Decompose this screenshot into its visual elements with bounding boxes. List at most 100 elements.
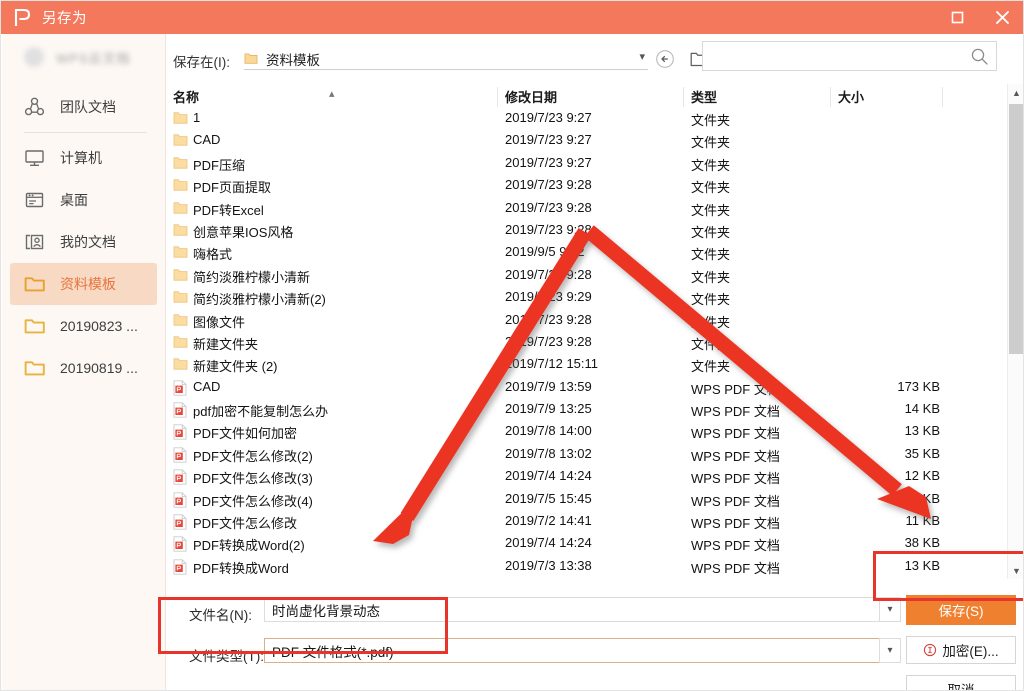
cell-date: 2019/7/9 13:59 bbox=[505, 378, 592, 394]
cell-name: PDF转换成Word(2) bbox=[193, 538, 305, 554]
sidebar-item-folder-20190819[interactable]: 20190819 ... bbox=[10, 347, 157, 389]
sidebar-item-label: 计算机 bbox=[60, 150, 102, 166]
table-row[interactable]: PDF文件怎么修改(2) 2019/7/8 13:02 WPS PDF 文档 35 K… bbox=[166, 444, 1023, 466]
search-icon[interactable] bbox=[968, 45, 990, 67]
search-input[interactable] bbox=[713, 47, 968, 65]
cell-size: 12 KB bbox=[904, 490, 940, 506]
filename-input[interactable]: 时尚虚化背景动态 bbox=[264, 597, 883, 622]
maximize-button[interactable] bbox=[935, 1, 980, 34]
table-row[interactable]: 简约淡雅柠檬小清新 2019/7/23 9:28 文件夹 bbox=[166, 265, 1023, 287]
table-row[interactable]: PDF文件怎么修改(4) 2019/7/5 15:45 WPS PDF 文档 12 K… bbox=[166, 489, 1023, 511]
search-box[interactable] bbox=[702, 41, 997, 71]
column-header-name[interactable]: 名称 bbox=[173, 87, 199, 106]
team-docs-icon bbox=[24, 96, 50, 118]
sidebar-item-label: 20190819 ... bbox=[60, 360, 138, 376]
cancel-button[interactable]: 取消 bbox=[906, 675, 1016, 690]
save-button[interactable]: 保存(S) bbox=[906, 595, 1016, 625]
table-row[interactable]: 新建文件夹 (2) 2019/7/12 15:11 文件夹 bbox=[166, 354, 1023, 376]
column-divider[interactable] bbox=[830, 87, 831, 107]
close-button[interactable] bbox=[980, 1, 1023, 34]
table-row[interactable]: PDF转换成Word(2) 2019/7/4 14:24 WPS PDF 文档 38 … bbox=[166, 533, 1023, 555]
table-row[interactable]: PDF转换成Word 2019/7/3 13:38 WPS PDF 文档 13 KB bbox=[166, 556, 1023, 578]
table-row[interactable]: PDF转Excel 2019/7/23 9:28 文件夹 bbox=[166, 198, 1023, 220]
chevron-down-icon[interactable]: ▾ bbox=[639, 50, 645, 63]
path-current-folder: 资料模板 bbox=[266, 52, 320, 68]
table-row[interactable]: PDF文件怎么修改(3) 2019/7/4 14:24 WPS PDF 文档 12 K… bbox=[166, 466, 1023, 488]
table-row[interactable]: CAD 2019/7/23 9:27 文件夹 bbox=[166, 130, 1023, 152]
pdf-file-icon bbox=[173, 447, 188, 463]
table-row[interactable]: PDF压缩 2019/7/23 9:27 文件夹 bbox=[166, 153, 1023, 175]
sidebar-item-data-templates[interactable]: 资料模板 bbox=[10, 263, 157, 305]
cell-type: 文件夹 bbox=[691, 224, 731, 240]
table-row[interactable]: 图像文件 2019/7/23 9:28 文件夹 bbox=[166, 310, 1023, 332]
folder-icon bbox=[173, 335, 188, 351]
table-row[interactable]: PDF文件怎么修改 2019/7/2 14:41 WPS PDF 文档 11 KB bbox=[166, 511, 1023, 533]
pdf-file-icon bbox=[173, 514, 188, 530]
pdf-file-icon bbox=[173, 380, 188, 396]
scroll-up-button[interactable]: ▲ bbox=[1008, 84, 1023, 101]
encrypt-button[interactable]: 加密(E)... bbox=[906, 636, 1016, 664]
cell-type: 文件夹 bbox=[691, 336, 731, 352]
table-row[interactable]: 新建文件夹 2019/7/23 9:28 文件夹 bbox=[166, 332, 1023, 354]
table-row[interactable]: PDF页面提取 2019/7/23 9:28 文件夹 bbox=[166, 175, 1023, 197]
table-row[interactable]: 简约淡雅柠檬小清新(2) 2019/7/23 9:29 文件夹 bbox=[166, 287, 1023, 309]
my-documents-icon bbox=[24, 231, 50, 253]
cloud-icon bbox=[24, 47, 44, 67]
back-arrow-icon bbox=[656, 50, 674, 68]
table-row[interactable]: 1 2019/7/23 9:27 文件夹 bbox=[166, 108, 1023, 130]
sidebar-item-label: 20190823 ... bbox=[60, 318, 138, 334]
sidebar-item-folder-20190823[interactable]: 20190823 ... bbox=[10, 305, 157, 347]
cell-size: 13 KB bbox=[904, 557, 940, 573]
cell-date: 2019/7/5 15:45 bbox=[505, 490, 592, 506]
filetype-select[interactable]: PDF 文件格式(*.pdf) bbox=[264, 638, 883, 663]
sidebar-item-desktop[interactable]: 桌面 bbox=[10, 179, 157, 221]
filename-dropdown-button[interactable]: ▾ bbox=[879, 597, 901, 622]
path-combobox[interactable]: 资料模板 ▾ bbox=[244, 48, 648, 70]
save-as-dialog: 另存为 WPS云文档 团队文档 计算机 桌面 我的文档 资料模板 2019082… bbox=[0, 0, 1024, 691]
sidebar-item-team-docs[interactable]: 团队文档 bbox=[10, 86, 157, 128]
cell-size: 38 KB bbox=[904, 535, 940, 551]
cell-type: WPS PDF 文档 bbox=[691, 426, 780, 442]
sidebar-item-label: 桌面 bbox=[60, 192, 88, 208]
title-bar: 另存为 bbox=[1, 1, 1023, 34]
column-divider[interactable] bbox=[497, 87, 498, 107]
cell-size: 11 KB bbox=[905, 513, 940, 529]
cell-name: PDF文件怎么修改(4) bbox=[193, 493, 313, 509]
column-header-size[interactable]: 大小 bbox=[838, 87, 864, 106]
cell-type: WPS PDF 文档 bbox=[691, 381, 780, 397]
cell-type: 文件夹 bbox=[691, 247, 731, 263]
cell-type: 文件夹 bbox=[691, 314, 731, 330]
cell-name: PDF文件怎么修改(2) bbox=[193, 448, 313, 464]
filetype-label: 文件类型(T): bbox=[189, 649, 264, 664]
cell-date: 2019/7/23 9:28 bbox=[505, 177, 592, 193]
column-header-type[interactable]: 类型 bbox=[691, 87, 717, 106]
table-row[interactable]: 嗨格式 2019/9/5 9:32 文件夹 bbox=[166, 242, 1023, 264]
filetype-dropdown-button[interactable]: ▾ bbox=[879, 638, 901, 663]
sidebar-item-computer[interactable]: 计算机 bbox=[10, 137, 157, 179]
column-divider[interactable] bbox=[942, 87, 943, 107]
table-row[interactable]: PDF文件如何加密 2019/7/8 14:00 WPS PDF 文档 13 KB bbox=[166, 421, 1023, 443]
file-list-scrollbar[interactable]: ▲ ▼ bbox=[1007, 84, 1023, 579]
cell-date: 2019/7/23 9:28 bbox=[505, 221, 592, 237]
scroll-down-button[interactable]: ▼ bbox=[1008, 562, 1023, 579]
pdf-file-icon bbox=[173, 402, 188, 418]
file-list: 名称 ▴ 修改日期 类型 大小 1 2019/7/23 9:27 文件夹 CAD 201… bbox=[166, 84, 1023, 579]
table-row[interactable]: pdf加密不能复制怎么办 2019/7/9 13:25 WPS PDF 文档 14 K… bbox=[166, 399, 1023, 421]
cell-date: 2019/7/23 9:28 bbox=[505, 311, 592, 327]
desktop-icon bbox=[24, 189, 50, 211]
cell-date: 2019/7/23 9:27 bbox=[505, 132, 592, 148]
column-header-date[interactable]: 修改日期 bbox=[505, 87, 557, 106]
table-row[interactable]: 创意苹果IOS风格 2019/7/23 9:28 文件夹 bbox=[166, 220, 1023, 242]
sidebar-item-label: WPS云文档 bbox=[56, 50, 131, 66]
table-row[interactable]: CAD 2019/7/9 13:59 WPS PDF 文档 173 KB bbox=[166, 377, 1023, 399]
folder-icon bbox=[173, 111, 188, 127]
scrollbar-thumb[interactable] bbox=[1009, 104, 1023, 354]
back-button[interactable] bbox=[652, 46, 678, 72]
folder-icon bbox=[173, 268, 188, 284]
save-in-label: 保存在(I): bbox=[173, 55, 230, 70]
column-divider[interactable] bbox=[683, 87, 684, 107]
cell-size: 173 KB bbox=[897, 378, 940, 394]
cell-type: WPS PDF 文档 bbox=[691, 538, 780, 554]
sidebar-item-my-documents[interactable]: 我的文档 bbox=[10, 221, 157, 263]
sidebar-item-cloud-docs[interactable]: WPS云文档 bbox=[2, 34, 165, 80]
